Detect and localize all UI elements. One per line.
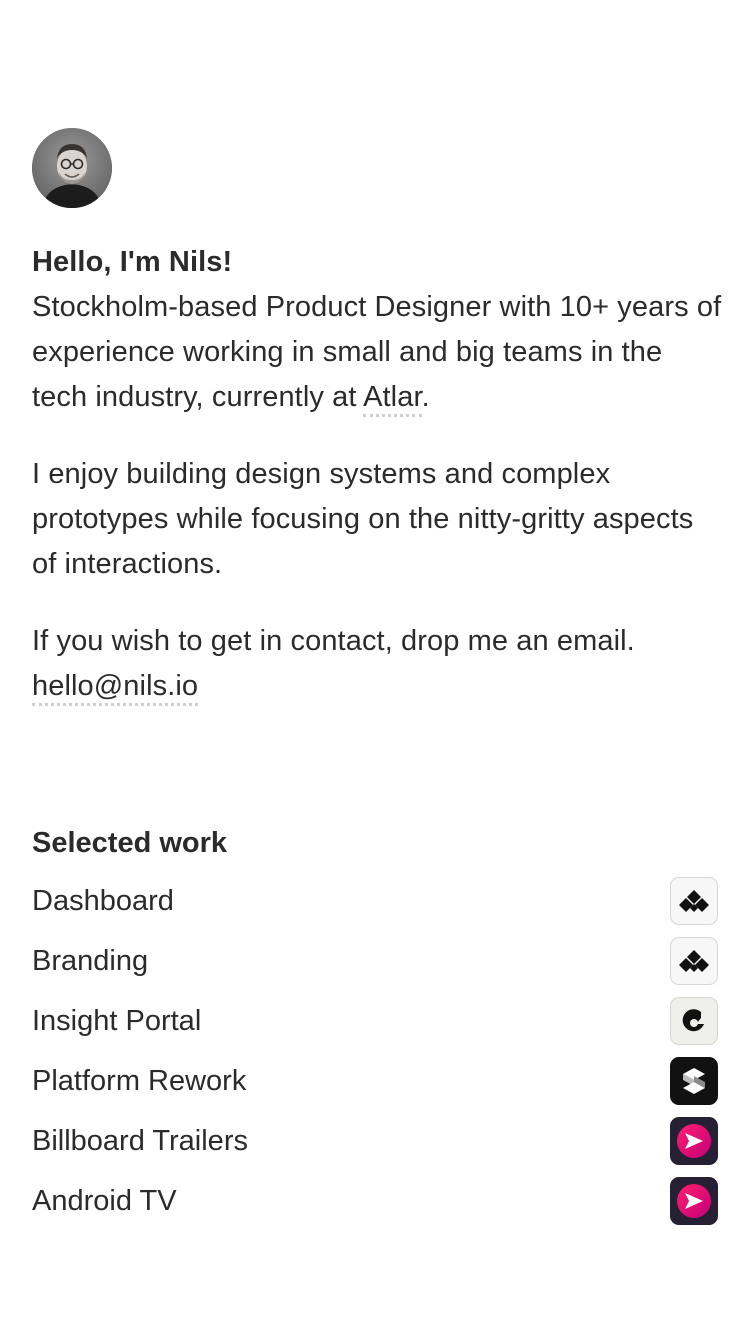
portal-logo-icon [670, 997, 718, 1045]
intro-paragraph-3: If you wish to get in contact, drop me a… [32, 619, 722, 709]
work-item-label: Billboard Trailers [32, 1125, 248, 1157]
avatar [32, 128, 112, 208]
work-item-label: Android TV [32, 1185, 177, 1217]
intro-paragraph-2: I enjoy building design systems and comp… [32, 458, 694, 580]
viaplay-logo-icon [670, 1117, 718, 1165]
work-list: Dashboard Branding Insight Portal Platfo… [32, 861, 718, 1241]
atlar-logo-icon [670, 877, 718, 925]
bio-suffix: . [421, 381, 430, 413]
avatar-photo [32, 128, 112, 208]
intro: Hello, I'm Nils! Stockholm-based Product… [32, 240, 722, 741]
work-item-label: Dashboard [32, 885, 174, 917]
email-link[interactable]: hello@nils.io [32, 670, 199, 706]
greeting: Hello, I'm Nils! [32, 246, 233, 278]
work-item-android-tv[interactable]: Android TV [32, 1161, 718, 1241]
company-link[interactable]: Atlar [363, 381, 422, 417]
viaplay-logo-icon [670, 1177, 718, 1225]
atlar-logo-icon [670, 937, 718, 985]
work-item-label: Branding [32, 945, 149, 977]
platform-logo-icon [670, 1057, 718, 1105]
contact-text: If you wish to get in contact, drop me a… [32, 625, 635, 657]
intro-paragraph-1: Hello, I'm Nils! Stockholm-based Product… [32, 240, 722, 420]
work-item-label: Platform Rework [32, 1065, 247, 1097]
page: Hello, I'm Nils! Stockholm-based Product… [0, 0, 750, 1334]
work-item-label: Insight Portal [32, 1005, 202, 1037]
selected-work-section: Selected work Dashboard Branding Insight… [32, 821, 718, 1241]
selected-work-heading: Selected work [32, 827, 228, 859]
